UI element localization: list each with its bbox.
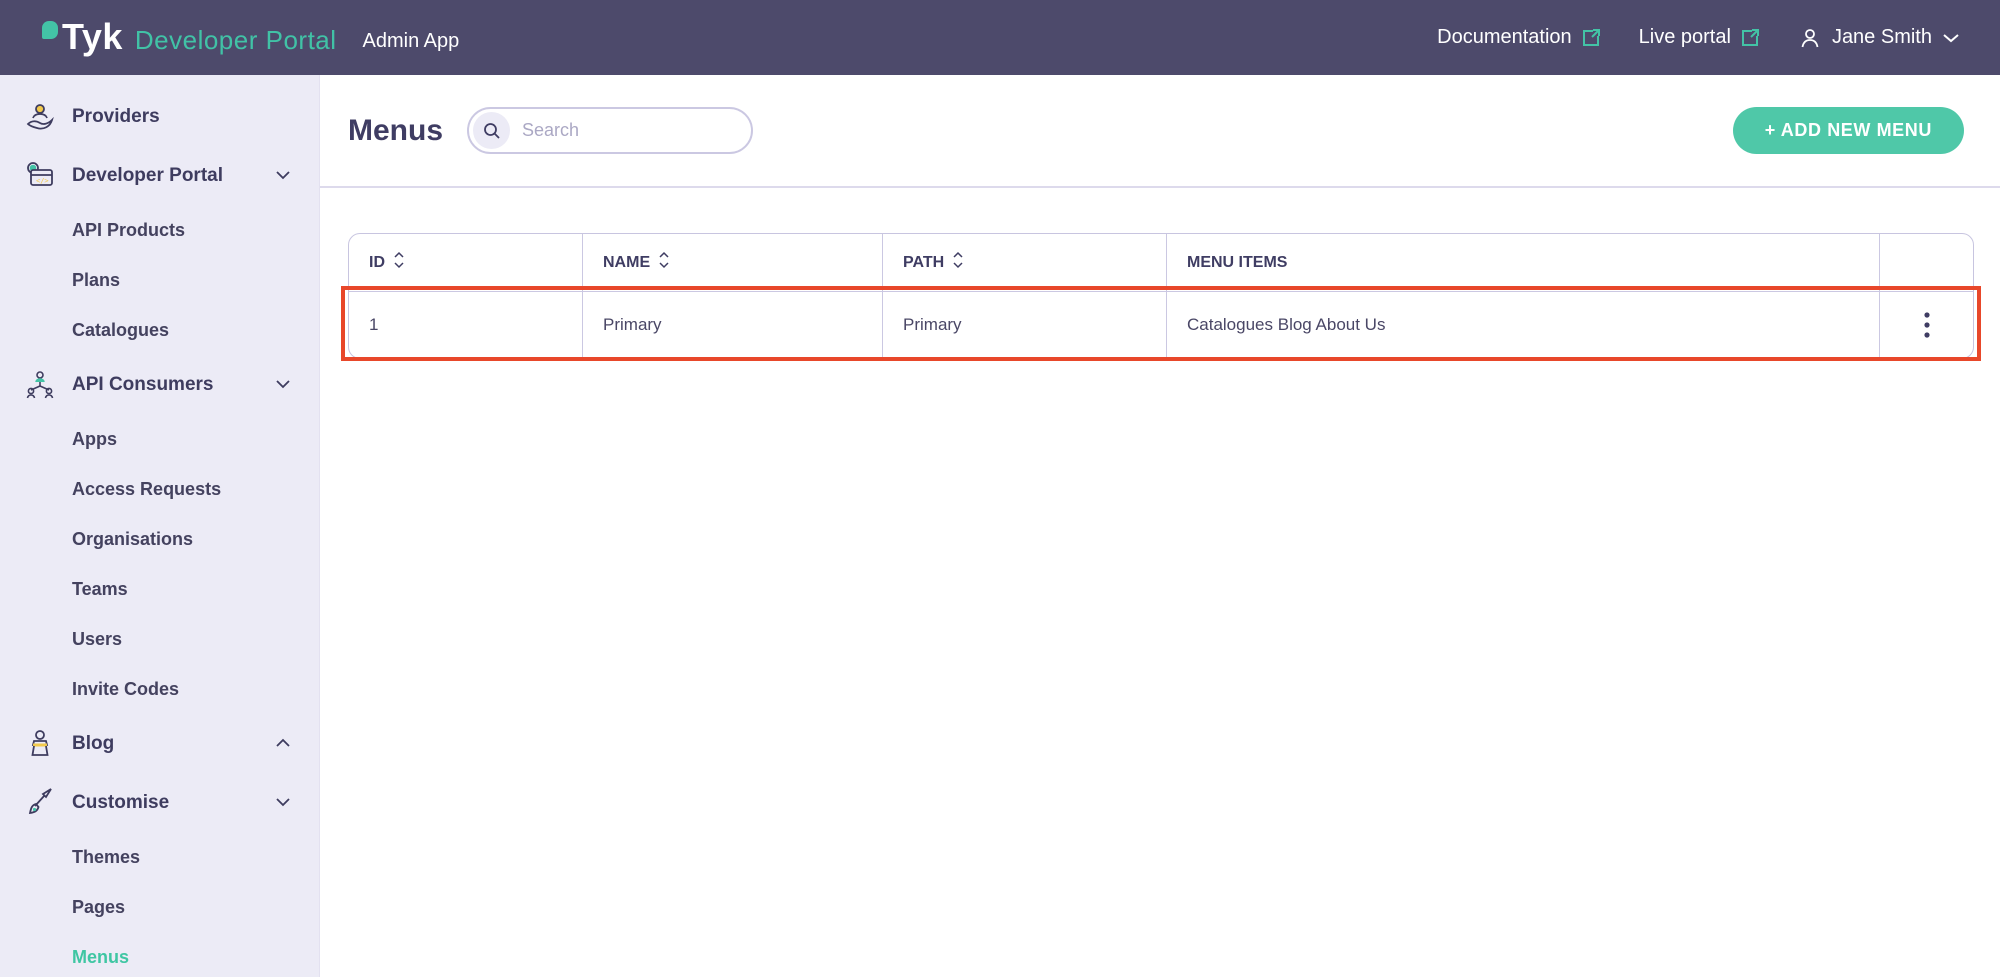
main-content: Menus + ADD NEW MENU: [320, 75, 2000, 977]
sidebar-item-menus[interactable]: Menus: [0, 932, 319, 977]
tyk-leaf-icon: [42, 21, 58, 39]
sidebar-item-label: Pages: [72, 897, 125, 918]
add-new-menu-button[interactable]: + ADD NEW MENU: [1733, 107, 1964, 154]
chevron-down-icon: [275, 794, 291, 812]
customise-icon: [22, 785, 58, 821]
column-label: MENU ITEMS: [1187, 254, 1287, 272]
documentation-link[interactable]: Documentation: [1437, 26, 1601, 49]
live-portal-link-label: Live portal: [1639, 26, 1731, 49]
sidebar-item-blog[interactable]: Blog: [0, 714, 319, 773]
chevron-down-icon: [1942, 32, 1960, 44]
search-icon: [473, 112, 510, 149]
chevron-up-icon: [275, 735, 291, 753]
api-consumers-icon: [22, 367, 58, 403]
sidebar-item-themes[interactable]: Themes: [0, 832, 319, 882]
sidebar-item-invite-codes[interactable]: Invite Codes: [0, 664, 319, 714]
developer-portal-icon: </>: [22, 158, 58, 194]
sidebar-item-label: Organisations: [72, 529, 193, 550]
column-header-path[interactable]: PATH: [883, 234, 1167, 292]
search-input[interactable]: [522, 120, 722, 141]
cell-actions: [1880, 292, 1973, 358]
sidebar-item-label: Customise: [72, 792, 169, 814]
sidebar-item-label: Menus: [72, 947, 129, 968]
sidebar-item-label: API Products: [72, 220, 185, 241]
brand-suffix: Developer Portal: [135, 25, 337, 56]
column-label: PATH: [903, 254, 944, 272]
blog-icon: [22, 726, 58, 762]
column-header-id[interactable]: ID: [349, 234, 583, 292]
sort-icon: [393, 251, 405, 274]
sort-icon: [952, 251, 964, 274]
column-label: NAME: [603, 254, 650, 272]
sort-icon: [658, 251, 670, 274]
sidebar-item-label: API Consumers: [72, 374, 213, 396]
sidebar-item-label: Users: [72, 629, 122, 650]
sidebar-item-catalogues[interactable]: Catalogues: [0, 305, 319, 355]
sidebar-item-api-products[interactable]: API Products: [0, 205, 319, 255]
search-box: [467, 107, 753, 154]
sidebar-item-label: Access Requests: [72, 479, 221, 500]
external-link-icon: [1581, 28, 1601, 48]
live-portal-link[interactable]: Live portal: [1639, 26, 1760, 49]
svg-text:</>: </>: [36, 177, 49, 185]
column-header-name[interactable]: NAME: [583, 234, 883, 292]
sidebar-item-label: Plans: [72, 270, 120, 291]
chevron-down-icon: [275, 167, 291, 185]
sidebar-item-plans[interactable]: Plans: [0, 255, 319, 305]
sidebar-item-customise[interactable]: Customise: [0, 773, 319, 832]
topbar: Tyk Developer Portal Admin App Documenta…: [0, 0, 2000, 75]
sidebar-item-access-requests[interactable]: Access Requests: [0, 464, 319, 514]
sidebar-item-label: Blog: [72, 733, 114, 755]
sidebar-item-pages[interactable]: Pages: [0, 882, 319, 932]
column-label: ID: [369, 254, 385, 272]
table-row[interactable]: 1 Primary Primary Catalogues Blog About …: [349, 292, 1973, 358]
sidebar-item-api-consumers[interactable]: API Consumers: [0, 355, 319, 414]
app-label: Admin App: [363, 30, 460, 53]
sidebar-item-label: Apps: [72, 429, 117, 450]
app-root: Tyk Developer Portal Admin App Documenta…: [0, 0, 2000, 977]
main-header: Menus + ADD NEW MENU: [320, 75, 2000, 188]
cell-id: 1: [349, 292, 583, 358]
sidebar-item-label: Teams: [72, 579, 128, 600]
cell-name: Primary: [583, 292, 883, 358]
cell-menu-items: Catalogues Blog About Us: [1167, 292, 1880, 358]
sidebar: Providers </> Developer Portal: [0, 75, 320, 977]
user-menu[interactable]: Jane Smith: [1798, 26, 1960, 50]
sidebar-item-providers[interactable]: Providers: [0, 87, 319, 146]
tyk-logo[interactable]: Tyk Developer Portal: [42, 19, 337, 56]
user-icon: [1798, 26, 1822, 50]
providers-icon: [22, 99, 58, 135]
external-link-icon: [1740, 28, 1760, 48]
sidebar-item-organisations[interactable]: Organisations: [0, 514, 319, 564]
documentation-link-label: Documentation: [1437, 26, 1572, 49]
menus-table: ID NAME: [348, 233, 1974, 359]
user-name: Jane Smith: [1832, 26, 1932, 49]
sidebar-item-users[interactable]: Users: [0, 614, 319, 664]
topbar-right: Documentation Live portal: [1437, 26, 1960, 50]
chevron-down-icon: [275, 376, 291, 394]
sidebar-item-label: Developer Portal: [72, 165, 223, 187]
cell-path: Primary: [883, 292, 1167, 358]
sidebar-item-developer-portal[interactable]: </> Developer Portal: [0, 146, 319, 205]
column-header-menu-items: MENU ITEMS: [1167, 234, 1880, 292]
menus-table-wrap: ID NAME: [348, 233, 1972, 359]
table-header-row: ID NAME: [349, 234, 1973, 292]
sidebar-item-label: Providers: [72, 106, 160, 128]
sidebar-item-label: Themes: [72, 847, 140, 868]
brand-name: Tyk: [62, 19, 123, 55]
sidebar-item-apps[interactable]: Apps: [0, 414, 319, 464]
sidebar-item-label: Invite Codes: [72, 679, 179, 700]
sidebar-item-teams[interactable]: Teams: [0, 564, 319, 614]
page-title: Menus: [348, 114, 443, 148]
row-actions-kebab-icon[interactable]: [1907, 305, 1947, 345]
column-header-actions: [1880, 234, 1973, 292]
sidebar-item-label: Catalogues: [72, 320, 169, 341]
